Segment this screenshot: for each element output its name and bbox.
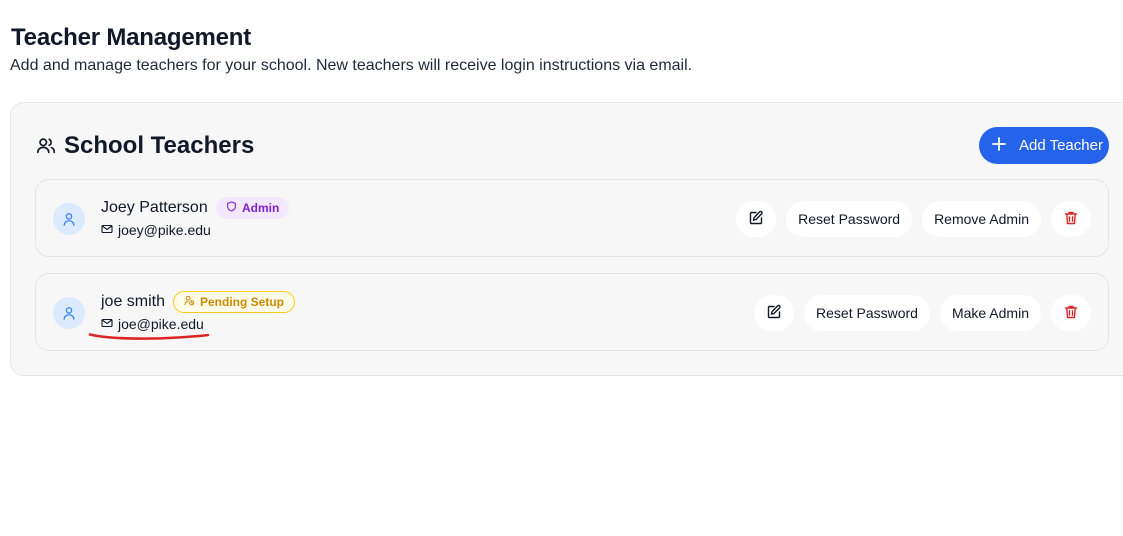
add-teacher-label: Add Teacher bbox=[1019, 137, 1103, 154]
remove-admin-button[interactable]: Remove Admin bbox=[922, 201, 1041, 237]
delete-button[interactable] bbox=[1051, 295, 1091, 331]
plus-icon bbox=[991, 136, 1007, 156]
avatar bbox=[53, 297, 85, 329]
shield-icon bbox=[226, 201, 237, 215]
email-text[interactable]: joe@pike.edu bbox=[118, 316, 204, 332]
users-icon bbox=[35, 135, 57, 157]
avatar bbox=[53, 203, 85, 235]
admin-badge: Admin bbox=[216, 197, 290, 219]
edit-button[interactable] bbox=[754, 295, 795, 331]
badge-label: Admin bbox=[242, 201, 280, 215]
email-text[interactable]: joey@pike.edu bbox=[118, 222, 211, 238]
edit-button[interactable] bbox=[736, 201, 777, 237]
teacher-name: joe smith bbox=[101, 293, 166, 310]
teacher-email: joey@pike.edu bbox=[101, 222, 211, 238]
row-actions: Reset Password Make Admin bbox=[754, 295, 1091, 331]
delete-button[interactable] bbox=[1051, 201, 1091, 237]
reset-password-button[interactable]: Reset Password bbox=[804, 295, 930, 331]
teachers-card: School Teachers Add Teacher Joey Patters… bbox=[10, 102, 1123, 376]
page-title: Teacher Management bbox=[11, 24, 252, 51]
badge-label: Pending Setup bbox=[200, 295, 284, 309]
trash-icon bbox=[1063, 304, 1079, 323]
teacher-name: Joey Patterson bbox=[101, 199, 208, 216]
row-actions: Reset Password Remove Admin bbox=[736, 201, 1091, 237]
mail-icon bbox=[101, 222, 113, 238]
teacher-row: joe smith Pending Setup joe@pike.edu Res… bbox=[35, 273, 1109, 351]
teacher-row: Joey Patterson Admin joey@pike.edu Reset… bbox=[35, 179, 1109, 257]
edit-icon bbox=[766, 304, 782, 323]
page-subtitle: Add and manage teachers for your school.… bbox=[10, 57, 693, 74]
mail-icon bbox=[101, 316, 113, 332]
make-admin-button[interactable]: Make Admin bbox=[939, 295, 1041, 331]
edit-icon bbox=[748, 210, 764, 229]
trash-icon bbox=[1063, 210, 1079, 229]
add-teacher-button[interactable]: Add Teacher bbox=[979, 127, 1109, 164]
card-title: School Teachers bbox=[64, 132, 255, 159]
reset-password-button[interactable]: Reset Password bbox=[786, 201, 913, 237]
teacher-email: joe@pike.edu bbox=[101, 316, 204, 332]
user-clock-icon bbox=[184, 295, 195, 309]
red-underline-annotation bbox=[88, 333, 210, 340]
pending-setup-badge: Pending Setup bbox=[173, 291, 295, 313]
